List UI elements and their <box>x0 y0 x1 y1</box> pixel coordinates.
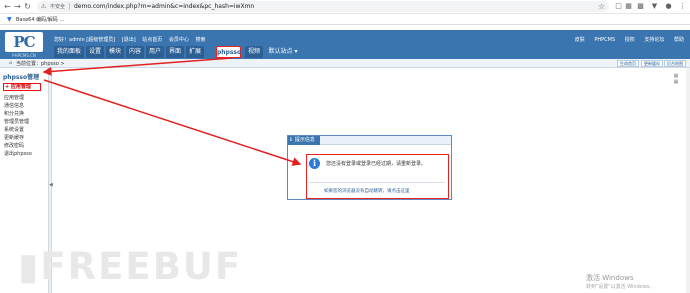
generate-home-button[interactable]: 生成首页 <box>617 60 639 67</box>
dialog-divider <box>309 182 445 183</box>
grid-view-icon[interactable]: ▦ ▦ <box>672 73 680 85</box>
activate-windows-title: 激活 Windows <box>586 274 634 282</box>
dialog-title-bar: ℹ 提示信息 <box>288 136 320 145</box>
omnibox-divider <box>69 3 70 10</box>
info-small-icon: ℹ <box>290 137 292 143</box>
help-link[interactable]: 帮助 <box>674 37 684 43</box>
tab-extensions[interactable]: 扩展 <box>186 46 204 58</box>
tab-phpsso[interactable]: phpsso <box>216 46 241 58</box>
sidebar-item-credit-exchange[interactable]: 积分兑换 <box>4 110 24 117</box>
tab-modules[interactable]: 模块 <box>106 46 124 58</box>
tab-interface[interactable]: 界面 <box>166 46 184 58</box>
back-icon[interactable]: ← <box>3 2 12 11</box>
site-selector[interactable]: 默认站点 ▾ <box>266 46 300 58</box>
sidebar-item-admin-manage[interactable]: 管理员管理 <box>4 118 29 125</box>
insecure-label[interactable]: 不安全 <box>50 3 65 10</box>
menu-icon[interactable]: ⋮ <box>678 2 687 11</box>
breadcrumb-text: 当前位置：phpsso > <box>16 61 65 67</box>
bookmarks-bar: ▼ Base64 编码/解码 ... <box>0 14 690 25</box>
info-icon: i <box>309 158 320 169</box>
reload-icon[interactable]: ↻ <box>23 2 32 11</box>
sidebar-title: phpsso管理 <box>3 74 40 81</box>
logout-link[interactable]: [退出] <box>122 37 136 43</box>
collapse-arrow-icon[interactable]: ◀ <box>49 182 53 188</box>
sidebar-item-update-cache[interactable]: 更新缓存 <box>4 134 24 141</box>
search-link[interactable]: 搜索 <box>195 37 205 43</box>
translate-icon[interactable]: □ <box>614 2 623 11</box>
sidebar-item-system-settings[interactable]: 系统设置 <box>4 126 24 133</box>
phpcms-logo[interactable]: PC PHPCMS.CN <box>5 32 43 58</box>
omnibox[interactable]: ⚠ 不安全 demo.com/index.php?m=admin&c=index… <box>37 1 609 12</box>
tab-video[interactable]: 视频 <box>245 46 263 58</box>
update-cache-button[interactable]: 更新缓存 <box>641 60 663 67</box>
tab-content[interactable]: 内容 <box>126 46 144 58</box>
phpcms-link[interactable]: PHPCMS <box>594 37 615 43</box>
browser-address-bar: ← → ↻ ⚠ 不安全 demo.com/index.php?m=admin&c… <box>0 0 690 14</box>
sidebar-item-comm-info[interactable]: 通信信息 <box>4 102 24 109</box>
sidebar-item-change-password[interactable]: 修改密码 <box>4 142 24 149</box>
tab-settings[interactable]: 设置 <box>86 46 104 58</box>
bookmark-star-icon[interactable]: ☆ <box>598 2 605 11</box>
user-info-bar: 您好！admin [超级管理员] [退出] 站点首页 会员中心 搜索 <box>54 36 211 43</box>
site-home-link[interactable]: 站点首页 <box>142 37 162 43</box>
dialog-message: 您还没有登录或登录已经过期，请重新登录。 <box>326 161 427 167</box>
sidebar-item-logout-phpsso[interactable]: 退出phpsso <box>4 150 32 157</box>
home-icon[interactable]: ⌂ <box>9 60 12 66</box>
url-text[interactable]: demo.com/index.php?m=admin&c=index&pc_ha… <box>74 3 254 10</box>
downloads-icon[interactable]: ▼ <box>650 2 659 11</box>
content-scrollbar[interactable] <box>686 68 690 293</box>
profile-avatar-icon[interactable]: ● <box>664 2 673 11</box>
tab-my-panel[interactable]: 我的面板 <box>54 46 84 58</box>
dialog-header: ℹ 提示信息 <box>288 136 451 145</box>
logo-mark: PC <box>5 32 43 52</box>
header-right-links: 皮肤 PHPCMS 授权 支持论坛 帮助 <box>567 36 684 43</box>
license-link[interactable]: 授权 <box>625 37 635 43</box>
forum-link[interactable]: 支持论坛 <box>644 37 664 43</box>
member-center-link[interactable]: 会员中心 <box>169 37 189 43</box>
logo-subtitle: PHPCMS.CN <box>12 53 36 58</box>
breadcrumb: ⌂ 当前位置：phpsso > 生成首页 更新缓存 后台地图 <box>0 59 690 68</box>
warning-icon[interactable]: ⚠ <box>41 3 46 10</box>
arrow-sidebar-to-dialog <box>43 79 302 166</box>
tab-users[interactable]: 用户 <box>146 46 164 58</box>
freebuf-watermark: ▮FREEBUF <box>18 245 243 288</box>
extensions-puzzle-icon[interactable]: ▩ <box>636 2 645 11</box>
activate-windows-subtitle: 转到"设置"以激活 Windows。 <box>586 284 655 290</box>
cms-header: PC PHPCMS.CN 您好！admin [超级管理员] [退出] 站点首页 … <box>0 30 690 59</box>
bookmark-icon: ▼ <box>7 16 12 23</box>
admin-map-button[interactable]: 后台地图 <box>664 60 686 67</box>
sidebar-item-app-manage[interactable]: 应用管理 <box>4 94 24 101</box>
forward-icon[interactable]: → <box>13 2 22 11</box>
redirect-link[interactable]: 如果您的浏览器没有自动跳转，请点击这里 <box>324 188 410 194</box>
bookmark-item[interactable]: Base64 编码/解码 ... <box>16 16 64 23</box>
dialog-title: 提示信息 <box>294 137 315 143</box>
skin-link[interactable]: 皮肤 <box>575 37 585 43</box>
user-greeting: 您好！admin [超级管理员] <box>54 37 116 43</box>
extension-icon[interactable]: ▦ <box>624 2 633 11</box>
sidebar-item-app-manage-group[interactable]: + 应用管理 <box>3 83 41 91</box>
